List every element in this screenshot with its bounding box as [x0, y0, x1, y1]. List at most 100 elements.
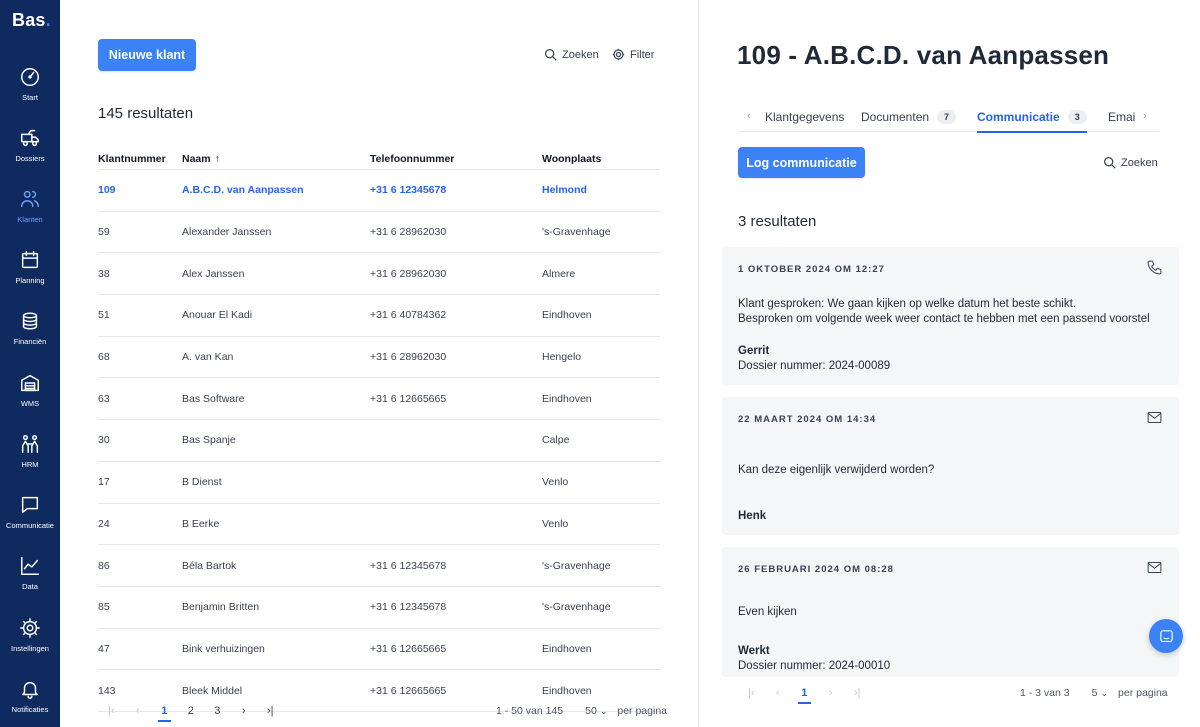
next-page-button[interactable]: ›	[818, 687, 845, 699]
gear-icon	[20, 618, 40, 638]
detail-per-page-select[interactable]: 5 ⌄	[1092, 687, 1108, 699]
sidebar-item-notificaties[interactable]: Notificaties	[0, 678, 60, 727]
sidebar-item-start[interactable]: Start	[0, 66, 60, 122]
tab-documenten[interactable]: Documenten 7	[861, 102, 957, 132]
truck-icon	[21, 129, 39, 147]
first-page-button[interactable]: |‹	[738, 687, 765, 699]
sort-arrow-icon: ↑	[214, 152, 220, 165]
cell-klantnummer: 47	[98, 642, 110, 655]
communication-date: 26 FEBRUARI 2024 OM 08:28	[738, 564, 894, 575]
gear-icon	[612, 48, 625, 61]
per-page-label: per pagina	[617, 705, 667, 717]
sidebar-item-communicatie[interactable]: Communicatie	[0, 494, 60, 550]
page-3-button[interactable]: 3	[204, 705, 231, 717]
communication-text: Even kijken	[738, 606, 797, 618]
sidebar-item-klanten[interactable]: Klanten	[0, 188, 60, 244]
column-header-woonplaats[interactable]: Woonplaats	[542, 153, 660, 165]
support-chat-button[interactable]	[1149, 619, 1183, 653]
communication-item[interactable]: 22 MAART 2024 OM 14:34 Kan deze eigenlij…	[722, 397, 1179, 535]
table-row[interactable]: 47 Bink verhuizingen +31 6 12665665 Eindhov…	[98, 629, 660, 671]
sidebar-item-instellingen[interactable]: Instellingen	[0, 617, 60, 673]
table-row[interactable]: 85 Benjamin Britten +31 6 12345678 's-Grave…	[98, 587, 660, 629]
list-search-button[interactable]: Zoeken	[544, 48, 599, 61]
filter-button[interactable]: Filter	[612, 48, 654, 61]
dossier-number: Dossier nummer: 2024-00010	[738, 660, 891, 672]
sidebar-item-planning[interactable]: Planning	[0, 249, 60, 305]
next-page-button[interactable]: ›	[231, 705, 258, 717]
log-communication-button[interactable]: Log communicatie	[738, 147, 865, 178]
users-icon	[21, 190, 39, 208]
page-title: 109 - A.B.C.D. van Aanpassen	[737, 40, 1110, 70]
first-page-button[interactable]: |‹	[98, 705, 125, 717]
sidebar-item-hrm[interactable]: HRM	[0, 433, 60, 489]
tab-prev-icon[interactable]: ‹	[747, 110, 751, 122]
detail-tabs: ‹ Klantgegevens Documenten 7 Communicatie…	[739, 102, 1159, 133]
communication-text: Besproken om volgende week weer contact …	[738, 313, 1150, 325]
column-header-telefoonnummer[interactable]: Telefoonnummer	[370, 153, 542, 165]
cell-naam: A. van Kan	[182, 351, 234, 364]
cell-telefoonnummer: +31 6 12345678	[370, 184, 447, 197]
tab-klantgegevens[interactable]: Klantgegevens	[765, 102, 844, 132]
sidebar: Bas. Start Dossiers Klanten Planning Fin…	[0, 0, 60, 727]
sidebar-item-financien[interactable]: Financiën	[0, 310, 60, 366]
detail-search-button[interactable]: Zoeken	[1103, 156, 1158, 169]
table-row[interactable]: 51 Anouar El Kadi +31 6 40784362 Eindhoven	[98, 295, 660, 337]
app-logo[interactable]: Bas.	[12, 10, 51, 31]
search-icon	[545, 49, 557, 61]
cell-telefoonnummer: +31 6 28962030	[370, 226, 447, 239]
cell-naam: Bleek Middel	[182, 684, 243, 697]
page-1-button[interactable]: 1	[151, 705, 178, 722]
detail-pagination: |‹ ‹ 1 › ›|	[738, 687, 871, 704]
page-1-button[interactable]: 1	[791, 687, 818, 704]
cell-woonplaats: Hengelo	[542, 351, 582, 364]
column-header-naam[interactable]: Naam ↑	[182, 153, 370, 165]
detail-page-info: 1 - 3 van 3 5 ⌄ per pagina	[1020, 687, 1168, 699]
phone-icon	[1147, 260, 1162, 275]
table-row[interactable]: 30 Bas Spanje Calpe	[98, 420, 660, 462]
tab-communicatie[interactable]: Communicatie 3	[977, 102, 1087, 133]
chevron-down-icon: ⌄	[1100, 687, 1109, 698]
list-per-page-select[interactable]: 50 ⌄	[585, 705, 607, 717]
bell-icon	[21, 681, 39, 699]
chart-icon	[21, 557, 39, 575]
last-page-button[interactable]: ›|	[257, 705, 284, 717]
communication-text: Klant gesproken: We gaan kijken op welke…	[738, 298, 1076, 310]
communication-item[interactable]: 1 OKTOBER 2024 OM 12:27 Klant gesproken:…	[722, 247, 1179, 385]
column-header-klantnummer[interactable]: Klantnummer	[98, 153, 182, 165]
table-row[interactable]: 59 Alexander Janssen +31 6 28962030 's-Grav…	[98, 212, 660, 254]
cell-woonplaats: Eindhoven	[542, 309, 592, 322]
calendar-icon	[21, 251, 39, 269]
communication-author: Henk	[738, 510, 767, 522]
tab-email[interactable]: Emai	[1108, 102, 1135, 132]
last-page-button[interactable]: ›|	[844, 687, 871, 699]
coins-icon	[22, 312, 38, 330]
cell-woonplaats: Venlo	[542, 476, 569, 489]
table-row[interactable]: 17 B Dienst Venlo	[98, 462, 660, 504]
table-row[interactable]: 68 A. van Kan +31 6 28962030 Hengelo	[98, 337, 660, 379]
cell-klantnummer: 24	[98, 517, 110, 530]
search-icon	[1104, 157, 1116, 169]
cell-telefoonnummer: +31 6 28962030	[370, 351, 447, 364]
cell-woonplaats: Helmond	[542, 184, 587, 197]
cell-woonplaats: Eindhoven	[542, 392, 592, 405]
table-row[interactable]: 24 B Eerke Venlo	[98, 504, 660, 546]
table-row[interactable]: 109 A.B.C.D. van Aanpassen +31 6 12345678 H…	[98, 170, 660, 212]
communication-author: Gerrit	[738, 345, 770, 357]
sidebar-item-dossiers[interactable]: Dossiers	[0, 127, 60, 183]
sidebar-item-wms[interactable]: WMS	[0, 372, 60, 428]
tab-next-icon[interactable]: ›	[1143, 110, 1147, 122]
prev-page-button[interactable]: ‹	[125, 705, 152, 717]
prev-page-button[interactable]: ‹	[765, 687, 792, 699]
cell-telefoonnummer: +31 6 12665665	[370, 392, 447, 405]
cell-klantnummer: 51	[98, 309, 110, 322]
table-row[interactable]: 86 Béla Bartok +31 6 12345678 's-Gravenhage	[98, 545, 660, 587]
cell-naam: Bas Spanje	[182, 434, 236, 447]
communication-item[interactable]: 26 FEBRUARI 2024 OM 08:28 Even kijken We…	[722, 547, 1179, 677]
cell-telefoonnummer: +31 6 12665665	[370, 684, 447, 697]
cell-telefoonnummer: +31 6 12665665	[370, 642, 447, 655]
sidebar-item-data[interactable]: Data	[0, 555, 60, 611]
table-row[interactable]: 38 Alex Janssen +31 6 28962030 Almere	[98, 253, 660, 296]
table-row[interactable]: 63 Bas Software +31 6 12665665 Eindhoven	[98, 378, 660, 421]
new-customer-button[interactable]: Nieuwe klant	[98, 39, 196, 71]
page-2-button[interactable]: 2	[178, 705, 205, 717]
